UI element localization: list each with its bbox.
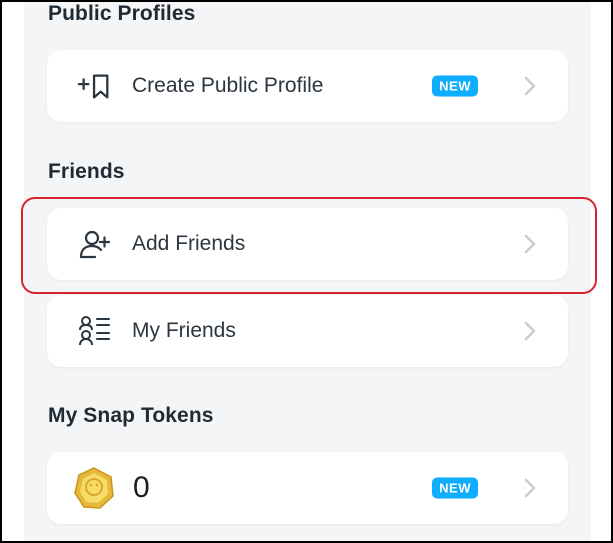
token-count: 0	[133, 471, 150, 504]
create-public-profile-label: Create Public Profile	[132, 74, 324, 97]
chevron-right-icon	[524, 76, 536, 96]
my-friends-row[interactable]: My Friends	[47, 295, 568, 367]
create-public-profile-row[interactable]: Create Public Profile NEW	[47, 50, 568, 122]
new-badge: NEW	[432, 75, 478, 97]
snap-tokens-row[interactable]: 0 NEW	[47, 452, 568, 524]
section-title-friends: Friends	[48, 160, 125, 183]
my-friends-label: My Friends	[132, 319, 236, 342]
snap-token-coin-icon	[71, 465, 117, 511]
chevron-right-icon	[524, 478, 536, 498]
bookmark-plus-icon	[77, 68, 113, 104]
friends-list-icon	[77, 313, 113, 349]
chevron-right-icon	[524, 321, 536, 341]
section-title-snap-tokens: My Snap Tokens	[48, 404, 214, 427]
new-badge: NEW	[432, 477, 478, 499]
add-friends-highlight-box	[21, 197, 597, 294]
section-title-public-profiles: Public Profiles	[48, 2, 196, 25]
